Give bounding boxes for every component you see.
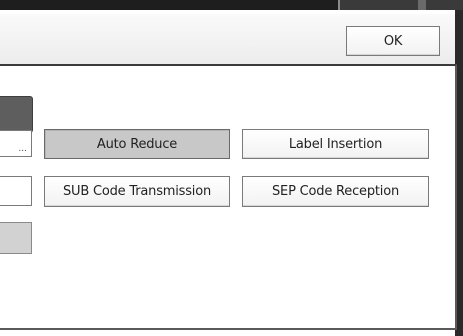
tab-tick [418,0,426,10]
left-disabled-button[interactable] [0,222,32,254]
sep-code-reception-button[interactable]: SEP Code Reception [242,176,429,207]
ellipsis-label: ... [18,144,27,154]
auto-reduce-button[interactable]: Auto Reduce [44,129,230,159]
ok-button[interactable]: OK [346,26,440,56]
label-insertion-button[interactable]: Label Insertion [242,129,429,159]
tab-edge [338,0,463,10]
sub-code-transmission-button[interactable]: SUB Code Transmission [44,176,230,207]
left-option-button[interactable] [0,176,32,206]
top-status-bar [0,0,463,10]
left-tab-selected[interactable] [0,96,33,133]
fax-options-screen: OK ... Auto Reduce Label Insertion SUB C… [0,0,463,336]
left-more-button[interactable]: ... [0,130,32,157]
